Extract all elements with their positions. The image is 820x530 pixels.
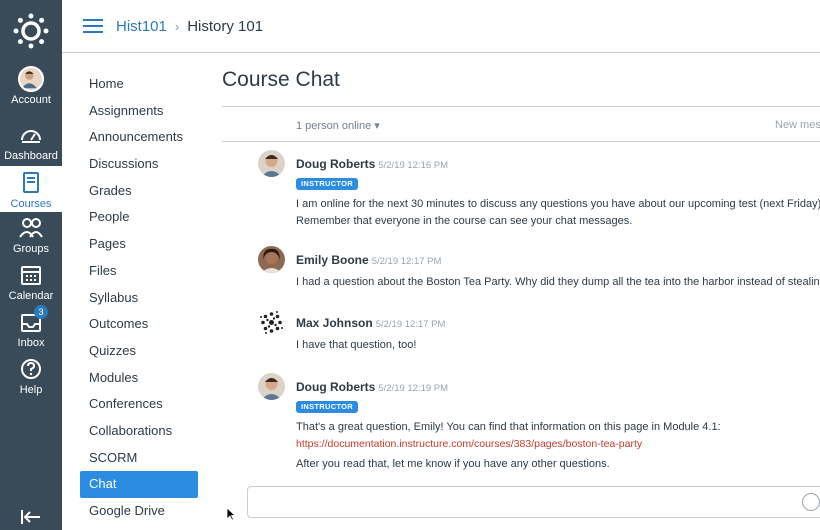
breadcrumb-separator: › — [174, 19, 180, 34]
course-nav-pages[interactable]: Pages — [80, 231, 198, 258]
message-author: Emily Boone — [296, 253, 369, 267]
course-nav-grades[interactable]: Grades — [80, 178, 198, 205]
calendar-icon — [21, 266, 41, 285]
nav-inbox-label: Inbox — [17, 337, 45, 349]
breadcrumb-current: History 101 — [187, 18, 264, 35]
message-author: Max Johnson — [296, 316, 373, 330]
nav-help[interactable]: Help — [0, 356, 62, 404]
dashboard-icon — [21, 130, 41, 143]
user-avatar — [258, 309, 285, 336]
course-nav-outcomes[interactable]: Outcomes — [80, 311, 198, 338]
nav-dashboard-label: Dashboard — [4, 150, 58, 162]
nav-courses[interactable]: Courses — [0, 166, 62, 212]
course-nav: Home Assignments Announcements Discussio… — [80, 71, 198, 525]
message-link[interactable]: https://documentation.instructure.com/co… — [296, 436, 820, 452]
course-header: Hist101 › History 101 — [62, 0, 820, 53]
hamburger-menu-icon[interactable] — [83, 19, 103, 33]
message-text: I had a question about the Boston Tea Pa… — [296, 276, 820, 288]
user-avatar — [258, 373, 285, 400]
course-nav-files[interactable]: Files — [80, 258, 198, 285]
online-count-dropdown[interactable]: 1 person online ▾ — [296, 119, 380, 132]
message-time: 5/2/19 12:16 PM — [378, 160, 449, 171]
course-nav-syllabus[interactable]: Syllabus — [80, 285, 198, 312]
message-text: I am online for the next 30 minutes to d… — [296, 198, 820, 210]
canvas-logo-icon[interactable] — [13, 13, 49, 49]
message-time: 5/2/19 12:17 PM — [375, 319, 446, 330]
help-icon — [21, 359, 41, 379]
send-button[interactable] — [802, 493, 820, 511]
course-nav-home[interactable]: Home — [80, 71, 198, 98]
message-author: Doug Roberts — [296, 157, 376, 171]
collapse-nav-icon[interactable] — [20, 508, 42, 526]
mouse-cursor-icon — [226, 507, 236, 521]
course-nav-discussions[interactable]: Discussions — [80, 151, 198, 178]
course-nav-google-drive[interactable]: Google Drive — [80, 498, 198, 525]
course-nav-collaborations[interactable]: Collaborations — [80, 418, 198, 445]
global-nav: Account Dashboard Courses Groups Calenda… — [0, 0, 62, 530]
nav-groups[interactable]: Groups — [0, 215, 62, 263]
nav-inbox[interactable]: 3 Inbox — [0, 305, 62, 357]
instructor-badge: INSTRUCTOR — [296, 401, 359, 413]
courses-icon — [23, 172, 39, 193]
nav-courses-label: Courses — [10, 198, 52, 210]
nav-groups-label: Groups — [12, 243, 50, 255]
course-nav-conferences[interactable]: Conferences — [80, 391, 198, 418]
message-text: After you read that, let me know if you … — [296, 458, 610, 470]
course-nav-assignments[interactable]: Assignments — [80, 98, 198, 125]
message-text: Remember that everyone in the course can… — [296, 215, 633, 227]
course-nav-chat[interactable]: Chat — [80, 471, 198, 498]
course-nav-people[interactable]: People — [80, 204, 198, 231]
user-avatar — [258, 150, 285, 177]
instructor-badge: INSTRUCTOR — [296, 178, 359, 190]
message-time: 5/2/19 12:19 PM — [378, 383, 449, 394]
course-nav-quizzes[interactable]: Quizzes — [80, 338, 198, 365]
chat-message-input[interactable] — [247, 486, 820, 518]
course-nav-announcements[interactable]: Announcements — [80, 124, 198, 151]
nav-calendar[interactable]: Calendar — [0, 262, 62, 310]
breadcrumb: Hist101 › History 101 — [116, 18, 263, 35]
breadcrumb-course-link[interactable]: Hist101 — [116, 18, 167, 35]
message-author: Doug Roberts — [296, 380, 376, 394]
user-avatar — [258, 246, 285, 273]
inbox-badge: 3 — [34, 305, 48, 319]
new-messages-indicator[interactable]: New mess — [775, 119, 820, 131]
nav-account[interactable]: Account — [0, 66, 62, 114]
course-nav-scorm[interactable]: SCORM — [80, 445, 198, 472]
nav-account-label: Account — [11, 94, 51, 106]
nav-calendar-label: Calendar — [8, 290, 54, 302]
chat-status-bar: 1 person online ▾ New mess — [222, 106, 820, 142]
page-title: Course Chat — [222, 68, 340, 91]
nav-help-label: Help — [19, 384, 43, 396]
course-nav-modules[interactable]: Modules — [80, 365, 198, 392]
message-text: That's a great question, Emily! You can … — [296, 421, 721, 433]
account-avatar — [18, 66, 44, 92]
message-time: 5/2/19 12:17 PM — [371, 256, 442, 267]
nav-dashboard[interactable]: Dashboard — [0, 122, 62, 170]
groups-icon — [19, 218, 43, 238]
message-text: I have that question, too! — [296, 339, 417, 351]
